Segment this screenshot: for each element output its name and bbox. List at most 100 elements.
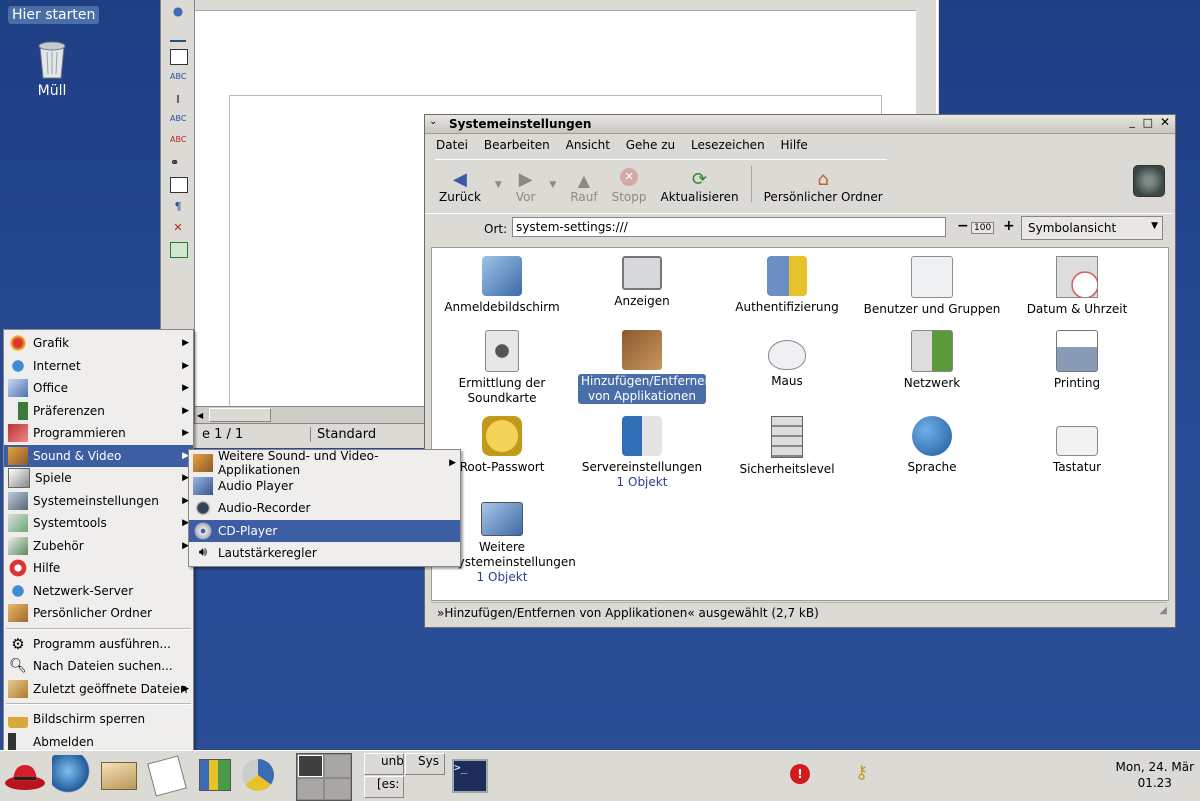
stop-icon: ✕ (620, 168, 639, 186)
email-launcher[interactable] (98, 755, 138, 795)
pilcrow-icon[interactable]: ¶ (170, 200, 186, 214)
item-benutzer-und-gruppen[interactable]: Benutzer und Gruppen (862, 256, 1002, 317)
presentation-launcher[interactable] (194, 755, 234, 795)
zoom-level[interactable]: 100 (971, 222, 995, 234)
menu-item-zubehoer[interactable]: Zubehör ▶ (4, 535, 193, 558)
item-datum-uhrzeit[interactable]: Datum & Uhrzeit (1007, 256, 1147, 317)
menu-bearbeiten[interactable]: Bearbeiten (478, 134, 556, 156)
spellcheck-red-icon[interactable]: ABC (170, 135, 186, 149)
submenu-item-audio-recorder[interactable]: Audio-Recorder (189, 497, 460, 520)
menu-hilfe[interactable]: Hilfe (775, 134, 814, 156)
desktop-trash[interactable]: Müll (24, 38, 80, 99)
menu-item-persoenlicher-ordner[interactable]: Persönlicher Ordner (4, 602, 193, 625)
up-button[interactable]: ▲ Rauf (566, 160, 601, 204)
reload-button[interactable]: ⟳ Aktualisieren (657, 160, 743, 204)
item-sicherheitslevel[interactable]: Sicherheitslevel (717, 416, 857, 477)
spreadsheet-launcher[interactable] (238, 755, 278, 795)
location-input[interactable] (512, 217, 946, 237)
workspace-switcher[interactable] (296, 753, 352, 801)
browser-launcher[interactable] (52, 755, 92, 795)
terminal-launcher[interactable]: >_ (448, 755, 488, 795)
workspace-3[interactable] (298, 779, 323, 799)
menu-item-praeferenzen[interactable]: Präferenzen ▶ (4, 400, 193, 423)
item-authentifizierung[interactable]: Authentifizierung (717, 256, 857, 315)
window-menu-icon[interactable]: ⌄ (429, 116, 437, 127)
menu-item-bildschirm-sperren[interactable]: Bildschirm sperren (4, 708, 193, 731)
trash-icon (38, 41, 66, 79)
task-writer[interactable]: unb (364, 753, 404, 775)
binoculars-icon[interactable]: ⚭ (170, 156, 186, 170)
submenu-item-audio-player[interactable]: Audio Player (189, 475, 460, 498)
spellcheck-icon[interactable]: ABC (170, 114, 186, 128)
submenu-item-weitere[interactable]: Weitere Sound- und Video-Applikationen ▶ (189, 449, 460, 477)
scroll-left-icon[interactable]: ◀ (195, 411, 203, 420)
zoom-out-button[interactable]: − (957, 218, 969, 234)
desktop-start-here[interactable]: Hier starten (8, 6, 100, 24)
task-terminal[interactable]: [es: (364, 776, 404, 798)
item-anzeigen[interactable]: Anzeigen (572, 256, 712, 309)
item-tastatur[interactable]: Tastatur (1007, 416, 1147, 475)
hide-icon[interactable]: ✕ (170, 221, 186, 235)
resize-grip-icon[interactable]: ◢ (1159, 605, 1167, 616)
forward-history-button[interactable]: ▼ (545, 160, 560, 204)
menu-item-grafik[interactable]: Grafik ▶ (4, 332, 193, 355)
item-soundkarte[interactable]: Ermittlung der Soundkarte (432, 330, 572, 406)
insert-icon[interactable] (170, 5, 186, 19)
menu-label: Zubehör (33, 538, 84, 553)
text-cursor-icon[interactable]: I (170, 93, 186, 107)
writer-hscroll[interactable]: ◀ (194, 406, 426, 424)
item-sprache[interactable]: Sprache (862, 416, 1002, 475)
item-servereinstellungen[interactable]: Servereinstellungen 1 Objekt (572, 416, 712, 490)
item-maus[interactable]: Maus (717, 330, 857, 389)
menu-item-sound-video[interactable]: Sound & Video ▶ (4, 444, 193, 467)
clock[interactable]: Mon, 24. Mär 01.23 (1116, 759, 1194, 791)
submenu-item-lautstaerke[interactable]: 🔊︎ Lautstärkeregler (189, 542, 460, 565)
menu-item-spiele[interactable]: Spiele ▶ (4, 467, 193, 490)
back-button[interactable]: ◀ Zurück (435, 160, 485, 204)
stop-button[interactable]: ✕ Stopp (608, 160, 651, 204)
item-anmeldebildschirm[interactable]: Anmeldebildschirm (432, 256, 572, 315)
location-bar: Ort: − 100 + Symbolansicht ▼ (425, 213, 1173, 242)
form-icon[interactable] (170, 49, 188, 65)
minimize-icon[interactable]: _ (1130, 115, 1136, 128)
menu-item-netzwerk-server[interactable]: Netzwerk-Server (4, 580, 193, 603)
scroll-thumb[interactable] (209, 408, 271, 422)
edit-icon[interactable] (170, 26, 186, 42)
home-button[interactable]: ⌂ Persönlicher Ordner (760, 160, 887, 204)
menu-item-programmieren[interactable]: Programmieren ▶ (4, 422, 193, 445)
maximize-icon[interactable]: □ (1143, 116, 1153, 129)
menu-item-systemtools[interactable]: Systemtools ▶ (4, 512, 193, 535)
menu-item-internet[interactable]: Internet ▶ (4, 355, 193, 378)
item-printing[interactable]: Printing (1007, 330, 1147, 391)
menu-item-hilfe[interactable]: Hilfe (4, 557, 193, 580)
writer-launcher[interactable] (146, 755, 187, 797)
workspace-4[interactable] (325, 779, 350, 799)
item-applikationen[interactable]: Hinzufügen/Entfernen von Applikationen (572, 330, 712, 404)
back-history-button[interactable]: ▼ (491, 160, 506, 204)
forward-button[interactable]: ▶ Vor (512, 160, 540, 204)
alert-icon[interactable]: ! (790, 764, 810, 784)
menu-datei[interactable]: Datei (430, 134, 474, 156)
menu-item-systemeinstellungen[interactable]: Systemeinstellungen ▶ (4, 490, 193, 513)
menu-item-office[interactable]: Office ▶ (4, 377, 193, 400)
item-netzwerk[interactable]: Netzwerk (862, 330, 1002, 391)
menu-item-dateien-suchen[interactable]: 🔍︎ Nach Dateien suchen... (4, 655, 193, 678)
main-menu-button[interactable] (4, 755, 45, 795)
submenu-item-cd-player[interactable]: CD-Player (189, 519, 460, 542)
navigator-icon[interactable] (170, 177, 188, 193)
workspace-2[interactable] (325, 755, 350, 777)
menu-gehe-zu[interactable]: Gehe zu (620, 134, 681, 156)
menu-lesezeichen[interactable]: Lesezeichen (685, 134, 771, 156)
datasource-icon[interactable] (170, 242, 188, 258)
menu-item-zuletzt-geoeffnet[interactable]: Zuletzt geöffnete Dateien ▶ (4, 678, 193, 701)
close-icon[interactable]: ✕ (1160, 115, 1170, 129)
view-mode-select[interactable]: Symbolansicht ▼ (1021, 216, 1163, 240)
menu-item-programm-ausfuehren[interactable]: ⚙ Programm ausführen... (4, 633, 193, 656)
spell-auto-icon[interactable]: ABC (170, 72, 186, 86)
workspace-1[interactable] (298, 755, 323, 777)
zoom-in-button[interactable]: + (1003, 218, 1015, 234)
task-system-settings[interactable]: Sys (405, 753, 445, 775)
keys-icon[interactable]: ⚷ (855, 762, 868, 783)
window-titlebar[interactable]: ⌄ Systemeinstellungen _ □ ✕ (425, 115, 1175, 134)
menu-ansicht[interactable]: Ansicht (560, 134, 616, 156)
